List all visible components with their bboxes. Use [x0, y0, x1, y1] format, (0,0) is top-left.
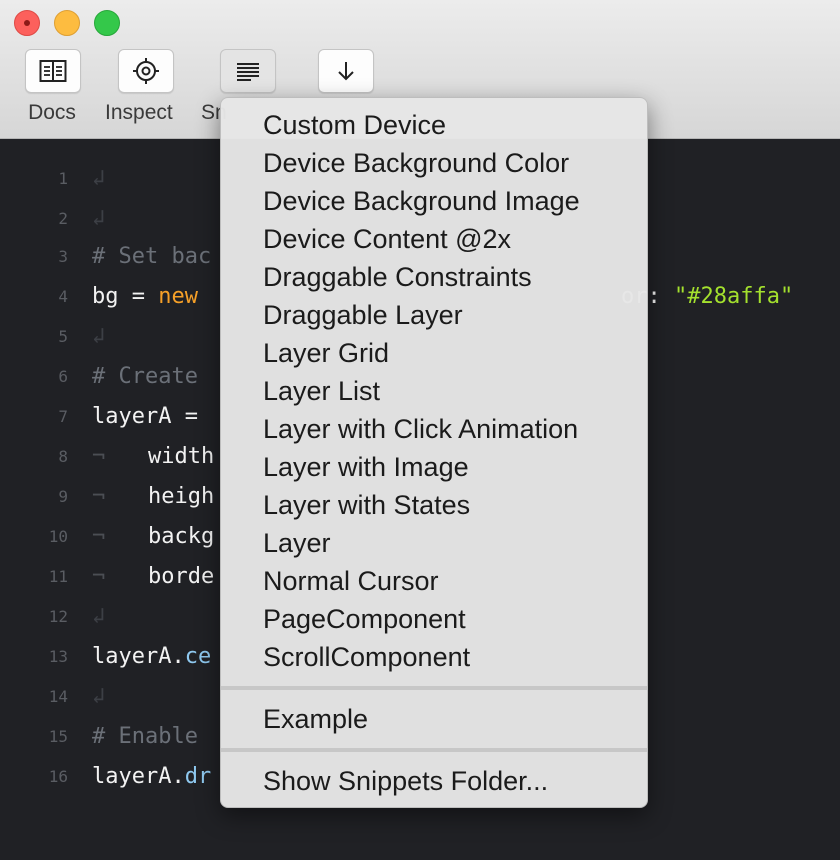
snippets-menu: Custom Device Device Background Color De… [220, 97, 648, 808]
menu-item-draggable-constraints[interactable]: Draggable Constraints [263, 258, 532, 296]
code-comment: # Create [92, 364, 198, 389]
line-number: 8 [58, 447, 68, 466]
menu-item-device-background-color[interactable]: Device Background Color [263, 144, 569, 182]
download-tool[interactable] [318, 49, 374, 93]
menu-item-custom-device[interactable]: Custom Device [263, 106, 446, 144]
arrow-down-icon [338, 62, 354, 81]
tab-glyph: ¬ [92, 444, 106, 469]
line-number: 7 [58, 407, 68, 426]
tab-glyph: ¬ [92, 564, 106, 589]
menu-item-layer-with-image[interactable]: Layer with Image [263, 448, 469, 486]
line-number: 11 [48, 567, 68, 586]
line-number: 13 [48, 647, 68, 666]
snippets-button[interactable] [220, 49, 276, 93]
line-number: 10 [48, 527, 68, 546]
menu-item-example[interactable]: Example [263, 700, 368, 738]
code-string: "#28affa" [673, 284, 794, 309]
menu-item-normal-cursor[interactable]: Normal Cursor [263, 562, 439, 600]
close-icon [24, 20, 30, 26]
menu-item-layer-list[interactable]: Layer List [263, 372, 380, 410]
menu-item-layer-with-states[interactable]: Layer with States [263, 486, 470, 524]
menu-item-layer[interactable]: Layer [263, 524, 331, 562]
code-keyword: new [158, 284, 198, 309]
line-number: 3 [58, 247, 68, 266]
menu-item-layer-grid[interactable]: Layer Grid [263, 334, 389, 372]
line-number: 5 [58, 327, 68, 346]
code-text: layerA. [92, 644, 185, 669]
crosshair-icon [133, 58, 159, 84]
minimize-window-button[interactable] [54, 10, 80, 36]
menu-item-device-content-2x[interactable]: Device Content @2x [263, 220, 511, 258]
line-number: 14 [48, 687, 68, 706]
line-number: 6 [58, 367, 68, 386]
line-number: 16 [48, 767, 68, 786]
return-glyph: ↲ [92, 206, 106, 231]
code-property: dr [184, 764, 212, 789]
code-property: ce [184, 644, 212, 669]
menu-separator [221, 686, 647, 690]
inspect-label: Inspect [105, 101, 173, 124]
menu-item-device-background-image[interactable]: Device Background Image [263, 182, 580, 220]
return-glyph: ↲ [92, 324, 106, 349]
menu-item-layer-click-animation[interactable]: Layer with Click Animation [263, 410, 578, 448]
menu-separator [221, 748, 647, 752]
tab-glyph: ¬ [92, 484, 106, 509]
code-text: borde [148, 564, 215, 589]
menu-item-page-component[interactable]: PageComponent [263, 600, 466, 638]
line-number: 15 [48, 727, 68, 746]
tab-glyph: ¬ [92, 524, 106, 549]
code-text: bg [92, 284, 119, 309]
menu-item-show-snippets-folder[interactable]: Show Snippets Folder... [263, 762, 548, 800]
code-text: layerA. [92, 764, 185, 789]
inspect-tool[interactable]: Inspect [105, 49, 174, 125]
code-comment: # Set bac [92, 244, 212, 269]
line-number: 4 [58, 287, 68, 306]
docs-label: Docs [28, 101, 76, 124]
lines-icon [237, 63, 259, 81]
line-number: 12 [48, 607, 68, 626]
menu-item-scroll-component[interactable]: ScrollComponent [263, 638, 470, 676]
code-text: = [118, 284, 159, 309]
line-number: 1 [58, 169, 68, 188]
docs-button[interactable] [25, 49, 81, 93]
book-icon [39, 60, 67, 82]
line-number: 2 [58, 209, 68, 228]
code-comment: # Enable [92, 724, 198, 749]
docs-tool[interactable]: Docs [25, 49, 81, 125]
code-text: layerA = [92, 404, 198, 429]
close-window-button[interactable] [14, 10, 40, 36]
return-glyph: ↲ [92, 604, 106, 629]
inspect-button[interactable] [118, 49, 174, 93]
menu-item-draggable-layer[interactable]: Draggable Layer [263, 296, 463, 334]
code-text: heigh [148, 484, 215, 509]
return-glyph: ↲ [92, 684, 106, 709]
code-text: width [148, 444, 215, 469]
maximize-window-button[interactable] [94, 10, 120, 36]
download-button[interactable] [318, 49, 374, 93]
code-text: backg [148, 524, 215, 549]
return-glyph: ↲ [92, 166, 106, 191]
line-number: 9 [58, 487, 68, 506]
